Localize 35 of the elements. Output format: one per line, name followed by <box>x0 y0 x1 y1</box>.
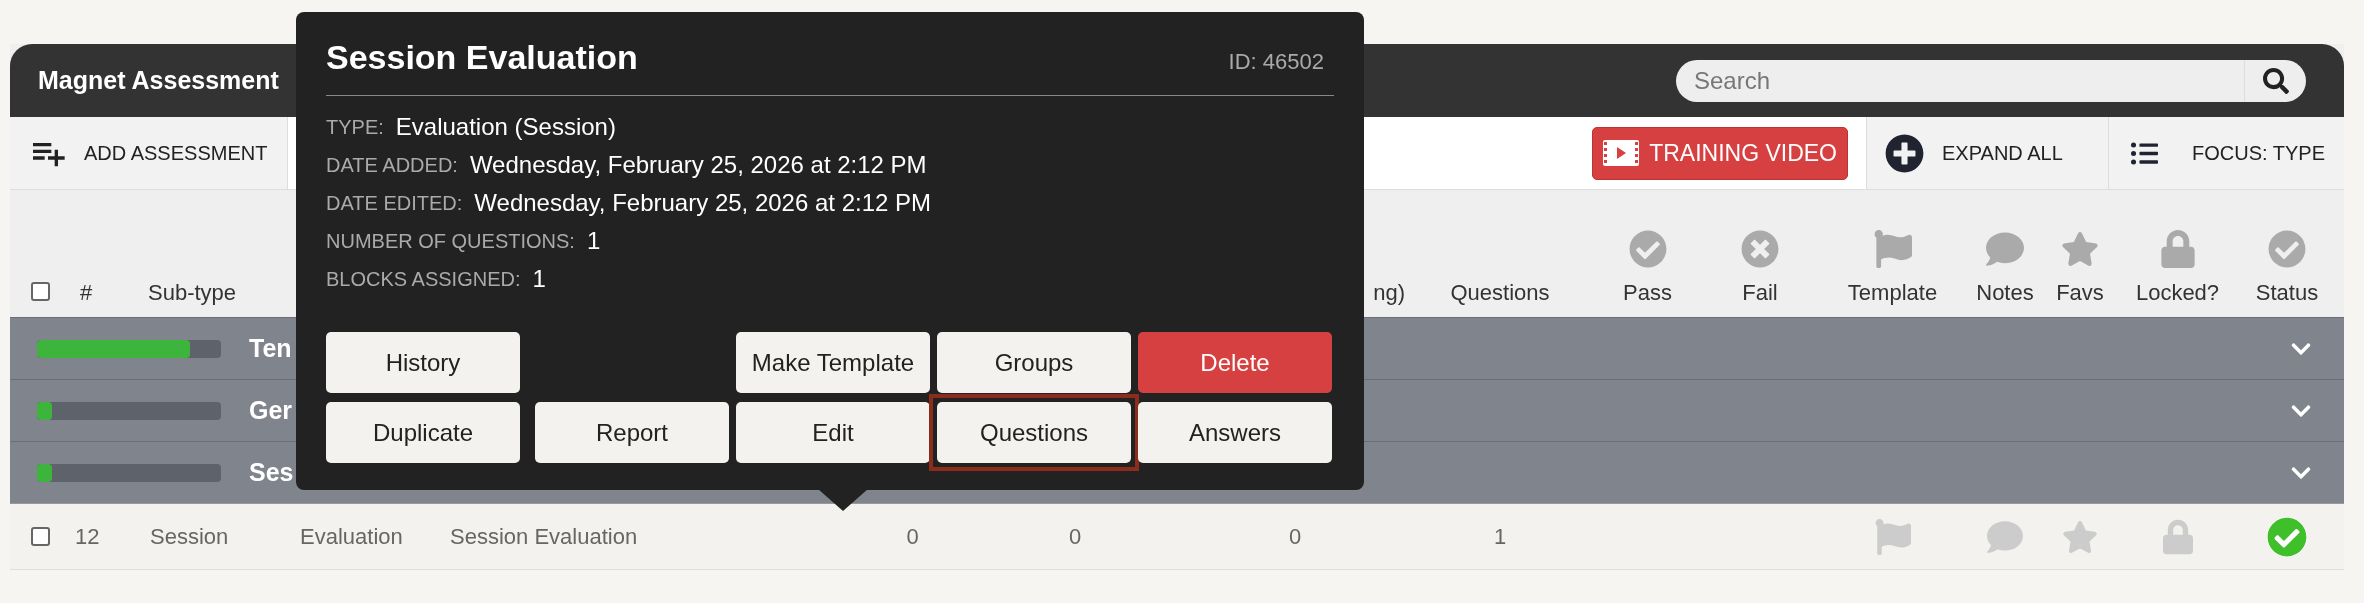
popup-id: ID: 46502 <box>1228 48 1324 76</box>
field-value: 1 <box>532 264 546 294</box>
field-label: DATE ADDED: <box>326 153 458 178</box>
column-header: Status <box>2255 279 2319 307</box>
field-value: 1 <box>586 226 601 256</box>
panel-title: Magnet Assessment <box>38 64 279 96</box>
column-header: ng) <box>1373 279 1406 307</box>
table-cell-text: 0 <box>906 523 919 551</box>
table-cell-text: 1 <box>1493 523 1507 551</box>
column-header: Pass <box>1623 279 1672 307</box>
table-cell-text: 12 <box>74 523 100 551</box>
group-title: Ten <box>249 332 292 364</box>
column-header: Notes <box>1976 279 2034 307</box>
group-title: Ger <box>249 394 293 426</box>
table-cell-text: Session Evaluation <box>449 523 638 551</box>
column-header: Fail <box>1742 279 1778 307</box>
popup-title: Session Evaluation <box>326 37 638 78</box>
field-value: Wednesday, February 25, 2026 at 2:12 PM <box>474 188 932 218</box>
column-header: Favs <box>2056 279 2104 307</box>
column-header: Sub-type <box>147 279 237 307</box>
table-cell-text: 0 <box>1288 523 1302 551</box>
field-value: Evaluation (Session) <box>395 112 616 142</box>
column-header: Locked? <box>2135 279 2220 307</box>
field-label: NUMBER OF QUESTIONS: <box>326 229 575 254</box>
field-label: BLOCKS ASSIGNED: <box>326 267 521 292</box>
table-cell-text: Evaluation <box>299 523 403 551</box>
group-title: Ses <box>249 456 294 488</box>
column-header: # <box>79 279 93 307</box>
field-value: Wednesday, February 25, 2026 at 2:12 PM <box>469 150 927 180</box>
column-header: Questions <box>1450 279 1550 307</box>
table-cell-text: 0 <box>1068 523 1082 551</box>
table-cell-text: Session <box>149 523 229 551</box>
column-header: Template <box>1847 279 1938 307</box>
field-label: DATE EDITED: <box>326 191 463 216</box>
field-label: TYPE: <box>326 115 384 140</box>
